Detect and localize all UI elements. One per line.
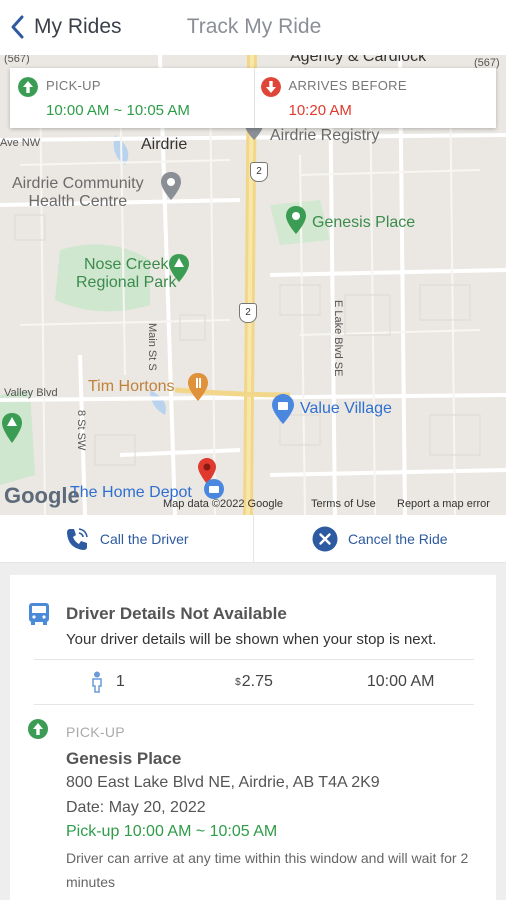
arrives-before-label: ARRIVES BEFORE xyxy=(288,78,407,93)
dropoff-arrow-down-icon xyxy=(260,77,281,97)
fare-currency: $ xyxy=(235,676,241,688)
call-driver-label: Call the Driver xyxy=(99,530,189,547)
call-driver-button[interactable]: Call the Driver xyxy=(0,515,253,562)
fare: $ 2.75 xyxy=(181,673,328,691)
park-pin-icon xyxy=(169,254,189,282)
map-label-ave-nw: Ave NW xyxy=(0,137,41,149)
ride-stats: 1 $ 2.75 10:00 AM xyxy=(34,659,474,705)
person-icon xyxy=(92,671,102,693)
genesis-place-pin-icon xyxy=(286,206,306,234)
pickup-date: Date: May 20, 2022 xyxy=(66,799,206,816)
tim-hortons-pin-icon xyxy=(188,373,208,401)
map-label-registry: Airdrie Registry xyxy=(270,127,380,144)
pickup-time: 10:00 AM ~ 10:05 AM xyxy=(46,102,190,119)
map-data-attribution: Map data ©2022 Google xyxy=(163,498,284,510)
pickup-window: Pick-up 10:00 AM ~ 10:05 AM xyxy=(66,823,278,840)
ride-actions: Call the Driver Cancel the Ride xyxy=(0,515,506,563)
map-label-value-village: Value Village xyxy=(300,400,392,417)
ride-details-card: Driver Details Not Available Your driver… xyxy=(10,575,496,900)
ride-time: 10:00 AM xyxy=(327,673,474,691)
ride-details-section: Driver Details Not Available Your driver… xyxy=(0,563,506,900)
pickup-section-label: PICK-UP xyxy=(66,724,125,740)
park-pin-icon-left xyxy=(2,413,22,443)
pickup-arrow-up-icon xyxy=(28,719,48,739)
fare-value: 2.75 xyxy=(241,673,273,690)
phone-icon xyxy=(66,527,88,550)
highway-2-shield-lower: 2 xyxy=(239,303,257,323)
map-label-tim-hortons: Tim Hortons xyxy=(88,378,175,395)
route-567-label: (567) xyxy=(4,55,30,65)
map-label-main-st: Main St S xyxy=(146,323,158,371)
map-label-health-centre: Airdrie Community Health Centre xyxy=(12,175,144,210)
map-label-e-lake: E Lake Blvd SE xyxy=(332,300,344,377)
terms-of-use-link[interactable]: Terms of Use xyxy=(311,498,376,510)
driver-details-title: Driver Details Not Available xyxy=(66,604,287,623)
map-label-8-st-sw: 8 St SW xyxy=(75,410,87,451)
health-centre-pin-icon xyxy=(161,172,181,200)
google-logo: Google xyxy=(4,483,80,508)
arrives-before-block: ARRIVES BEFORE 10:20 AM xyxy=(253,68,497,128)
close-circle-icon xyxy=(312,526,338,551)
bus-icon xyxy=(29,603,49,625)
map-label-nose-creek: Nose Creek Regional Park xyxy=(76,256,177,291)
map-label-airdrie: Airdrie xyxy=(141,136,188,153)
highway-2-shield: 2 xyxy=(250,162,268,182)
cancel-ride-label: Cancel the Ride xyxy=(347,530,448,547)
top-bar: My Rides Track My Ride xyxy=(0,0,506,55)
report-map-error-link[interactable]: Report a map error xyxy=(397,498,490,510)
pickup-wait-note: Driver can arrive at any time within thi… xyxy=(66,850,469,890)
cancel-ride-button[interactable]: Cancel the Ride xyxy=(252,515,506,562)
passenger-count-value: 1 xyxy=(115,673,125,690)
divider xyxy=(34,704,474,705)
value-village-pin-icon xyxy=(272,394,294,424)
map-label-valley-blvd: Valley Blvd xyxy=(4,387,58,399)
pickup-time-block: PICK-UP 10:00 AM ~ 10:05 AM xyxy=(10,68,254,128)
passenger-count: 1 xyxy=(34,671,181,693)
page-title: Track My Ride xyxy=(186,15,322,38)
driver-details-subtitle: Your driver details will be shown when y… xyxy=(66,631,437,648)
home-depot-icon xyxy=(204,479,224,499)
ride-time-card: PICK-UP 10:00 AM ~ 10:05 AM ARRIVES BEFO… xyxy=(10,68,496,128)
pickup-address: 800 East Lake Blvd NE, Airdrie, AB T4A 2… xyxy=(66,774,380,791)
pickup-arrow-up-icon xyxy=(18,77,38,97)
arrives-before-time: 10:20 AM xyxy=(288,102,352,119)
map-label-agency: Agency & Cardlock xyxy=(290,55,427,65)
pickup-label: PICK-UP xyxy=(46,78,101,93)
map-label-genesis-place: Genesis Place xyxy=(312,214,416,231)
ride-time-value: 10:00 AM xyxy=(366,673,435,690)
pickup-location-name: Genesis Place xyxy=(66,749,182,768)
